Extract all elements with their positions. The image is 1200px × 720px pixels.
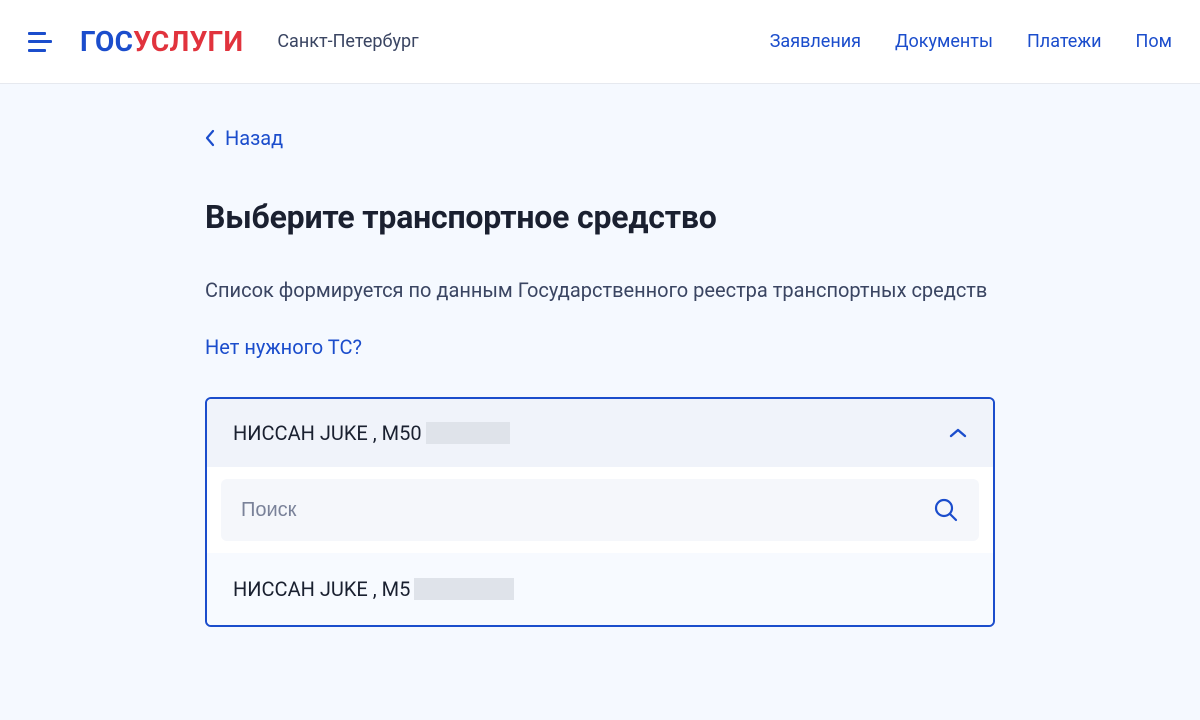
dropdown-selected-text: НИССАН JUKE , М50 — [233, 421, 510, 445]
search-input[interactable] — [241, 499, 933, 522]
header: ГОСУСЛУГИ Санкт-Петербург Заявления Доку… — [0, 0, 1200, 84]
logo[interactable]: ГОСУСЛУГИ — [80, 25, 243, 58]
dropdown-search-row — [207, 467, 993, 553]
redacted-block — [414, 578, 514, 600]
menu-icon[interactable] — [28, 32, 52, 52]
back-label: Назад — [225, 126, 283, 150]
nav-applications[interactable]: Заявления — [770, 31, 861, 52]
chevron-up-icon — [949, 428, 967, 438]
dropdown-selected[interactable]: НИССАН JUKE , М50 — [207, 399, 993, 467]
redacted-block — [426, 422, 510, 444]
option-text-prefix: НИССАН JUKE , М5 — [233, 577, 410, 601]
nav-help[interactable]: Пом — [1136, 31, 1172, 52]
dropdown-search-box — [221, 479, 979, 541]
main-content: Назад Выберите транспортное средство Спи… — [205, 84, 995, 627]
back-link[interactable]: Назад — [205, 126, 283, 150]
page-description: Список формируется по данным Государстве… — [205, 276, 995, 305]
main-nav: Заявления Документы Платежи Пом — [770, 31, 1172, 52]
chevron-left-icon — [205, 129, 215, 147]
selected-text-prefix: НИССАН JUKE , М50 — [233, 421, 422, 445]
city-selector[interactable]: Санкт-Петербург — [277, 31, 418, 52]
dropdown-option[interactable]: НИССАН JUKE , М5 — [207, 553, 993, 625]
vehicle-dropdown: НИССАН JUKE , М50 НИССАН JUKE , М5 — [205, 397, 995, 627]
search-icon — [933, 497, 959, 523]
logo-text-blue: ГОС — [80, 25, 133, 58]
help-link[interactable]: Нет нужного ТС? — [205, 335, 362, 359]
nav-payments[interactable]: Платежи — [1027, 31, 1102, 52]
logo-text-red: УСЛУГИ — [133, 25, 243, 58]
nav-documents[interactable]: Документы — [895, 31, 993, 52]
page-title: Выберите транспортное средство — [205, 198, 995, 236]
